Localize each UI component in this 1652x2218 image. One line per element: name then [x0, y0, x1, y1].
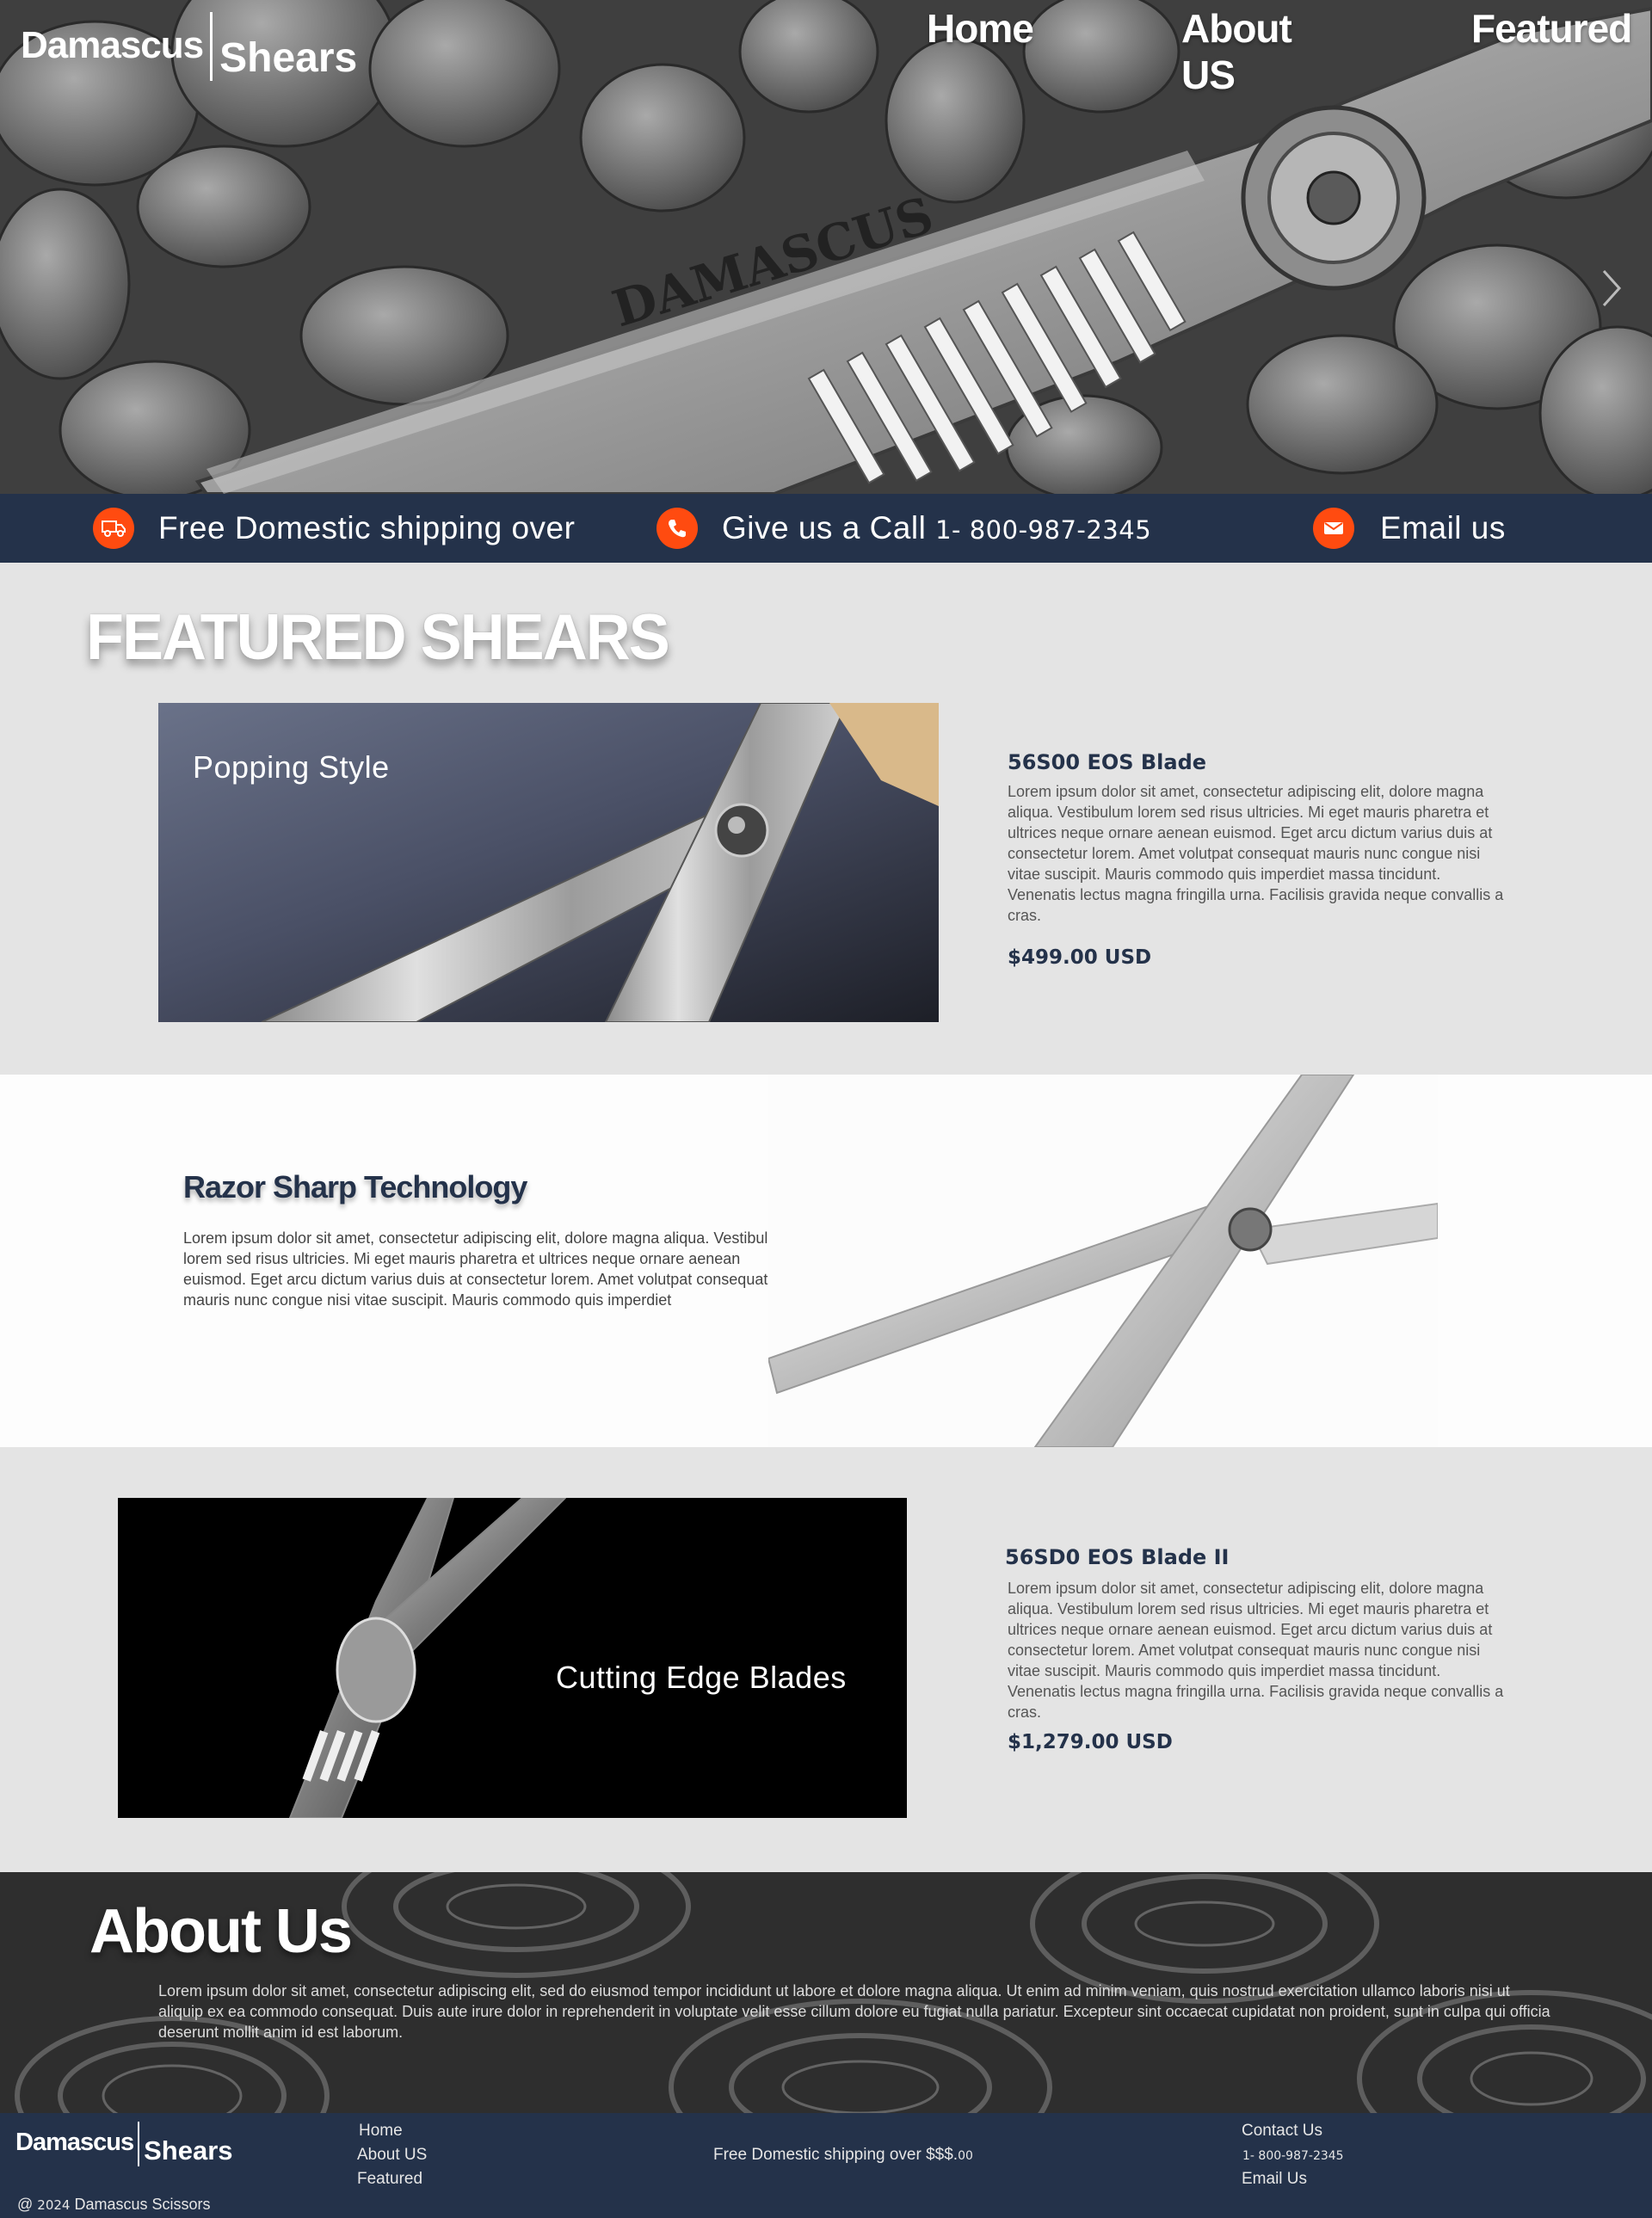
- nav-featured[interactable]: Featured: [1471, 5, 1632, 52]
- razor-image: [768, 1075, 1438, 1447]
- email-info[interactable]: Email us: [1313, 494, 1506, 563]
- product1-name[interactable]: 56S00 EOS Blade: [1008, 750, 1206, 774]
- footer-brand-word-2: Shears: [144, 2135, 233, 2166]
- product2-section: Cutting Edge Blades 56SD0 EOS Blade II L…: [0, 1447, 1652, 1872]
- about-text: Lorem ipsum dolor sit amet, consectetur …: [158, 1982, 1550, 2041]
- footer-link-home[interactable]: Home: [359, 2122, 403, 2141]
- product1-description: Lorem ipsum dolor sit amet, consectetur …: [1008, 783, 1504, 924]
- call-text: Give us a Call 1- 800-987-2345: [722, 510, 1151, 546]
- footer-shipping: Free Domestic shipping over $$$.00: [713, 2146, 973, 2165]
- product2-price: $1,279.00 USD: [1008, 1731, 1173, 1753]
- envelope-icon: [1313, 508, 1354, 549]
- copyright-symbol: @: [17, 2196, 34, 2213]
- footer-link-featured[interactable]: Featured: [357, 2170, 422, 2189]
- razor-section: Razor Sharp Technology Lorem ipsum dolor…: [0, 1075, 1652, 1447]
- email-text: Email us: [1380, 510, 1506, 545]
- copyright-name: Damascus Scissors: [74, 2196, 211, 2213]
- call-number[interactable]: 1- 800-987-2345: [935, 515, 1151, 545]
- footer-shipping-text: Free Domestic shipping over $$$.: [713, 2146, 959, 2164]
- product1-image[interactable]: Popping Style: [158, 703, 939, 1022]
- product2-description: Lorem ipsum dolor sit amet, consectetur …: [1008, 1580, 1504, 1721]
- footer-logo[interactable]: Damascus Shears: [15, 2122, 233, 2166]
- razor-description: Lorem ipsum dolor sit amet, consectetur …: [183, 1229, 790, 1309]
- product2-name[interactable]: 56SD0 EOS Blade II: [1005, 1545, 1229, 1569]
- product2-caption: Cutting Edge Blades: [556, 1660, 847, 1695]
- logo-divider: [210, 12, 213, 81]
- shipping-text: Free Domestic shipping over: [158, 510, 576, 545]
- footer: Damascus Shears Home About US Featured F…: [0, 2113, 1652, 2218]
- razor-title: Razor Sharp Technology: [183, 1169, 527, 1204]
- footer-shipping-cents: 00: [958, 2149, 973, 2163]
- footer-contact-us[interactable]: Contact Us: [1242, 2122, 1322, 2141]
- featured-title: FEATURED SHEARS: [86, 601, 670, 674]
- brand-word-1: Damascus: [21, 24, 204, 66]
- nav-about[interactable]: About US: [1181, 5, 1345, 98]
- product1-price: $499.00 USD: [1008, 946, 1152, 969]
- shipping-info: Free Domestic shipping over: [93, 494, 575, 563]
- footer-phone[interactable]: 1- 800-987-2345: [1242, 2149, 1344, 2163]
- chevron-right-icon[interactable]: [1599, 262, 1624, 314]
- featured-section: FEATURED SHEARS Popping Style 56S00 EOS …: [0, 563, 1652, 1075]
- phone-icon: [656, 508, 698, 549]
- footer-copyright: @ 2024 Damascus Scissors: [17, 2196, 211, 2214]
- footer-link-about[interactable]: About US: [357, 2146, 427, 2165]
- footer-email-us[interactable]: Email Us: [1242, 2170, 1307, 2189]
- shears-graphic-2: [288, 1498, 567, 1818]
- footer-logo-divider: [138, 2122, 140, 2166]
- call-label: Give us a Call: [722, 510, 927, 545]
- product1-caption: Popping Style: [193, 749, 390, 785]
- about-title: About Us: [89, 1897, 353, 1966]
- brand-word-2: Shears: [219, 35, 358, 81]
- hero-banner: DAMASCUS Damascus Shears Home About US F…: [0, 0, 1652, 494]
- footer-brand-word-1: Damascus: [15, 2129, 134, 2156]
- info-bar: Free Domestic shipping over Give us a Ca…: [0, 494, 1652, 563]
- truck-icon: [93, 508, 134, 549]
- about-section: About Us Lorem ipsum dolor sit amet, con…: [0, 1872, 1652, 2113]
- nav-home[interactable]: Home: [927, 5, 1064, 52]
- brand-logo[interactable]: Damascus Shears: [21, 12, 357, 82]
- call-info[interactable]: Give us a Call 1- 800-987-2345: [656, 494, 1151, 563]
- copyright-year: 2024: [37, 2197, 71, 2213]
- product2-image[interactable]: Cutting Edge Blades: [118, 1498, 907, 1818]
